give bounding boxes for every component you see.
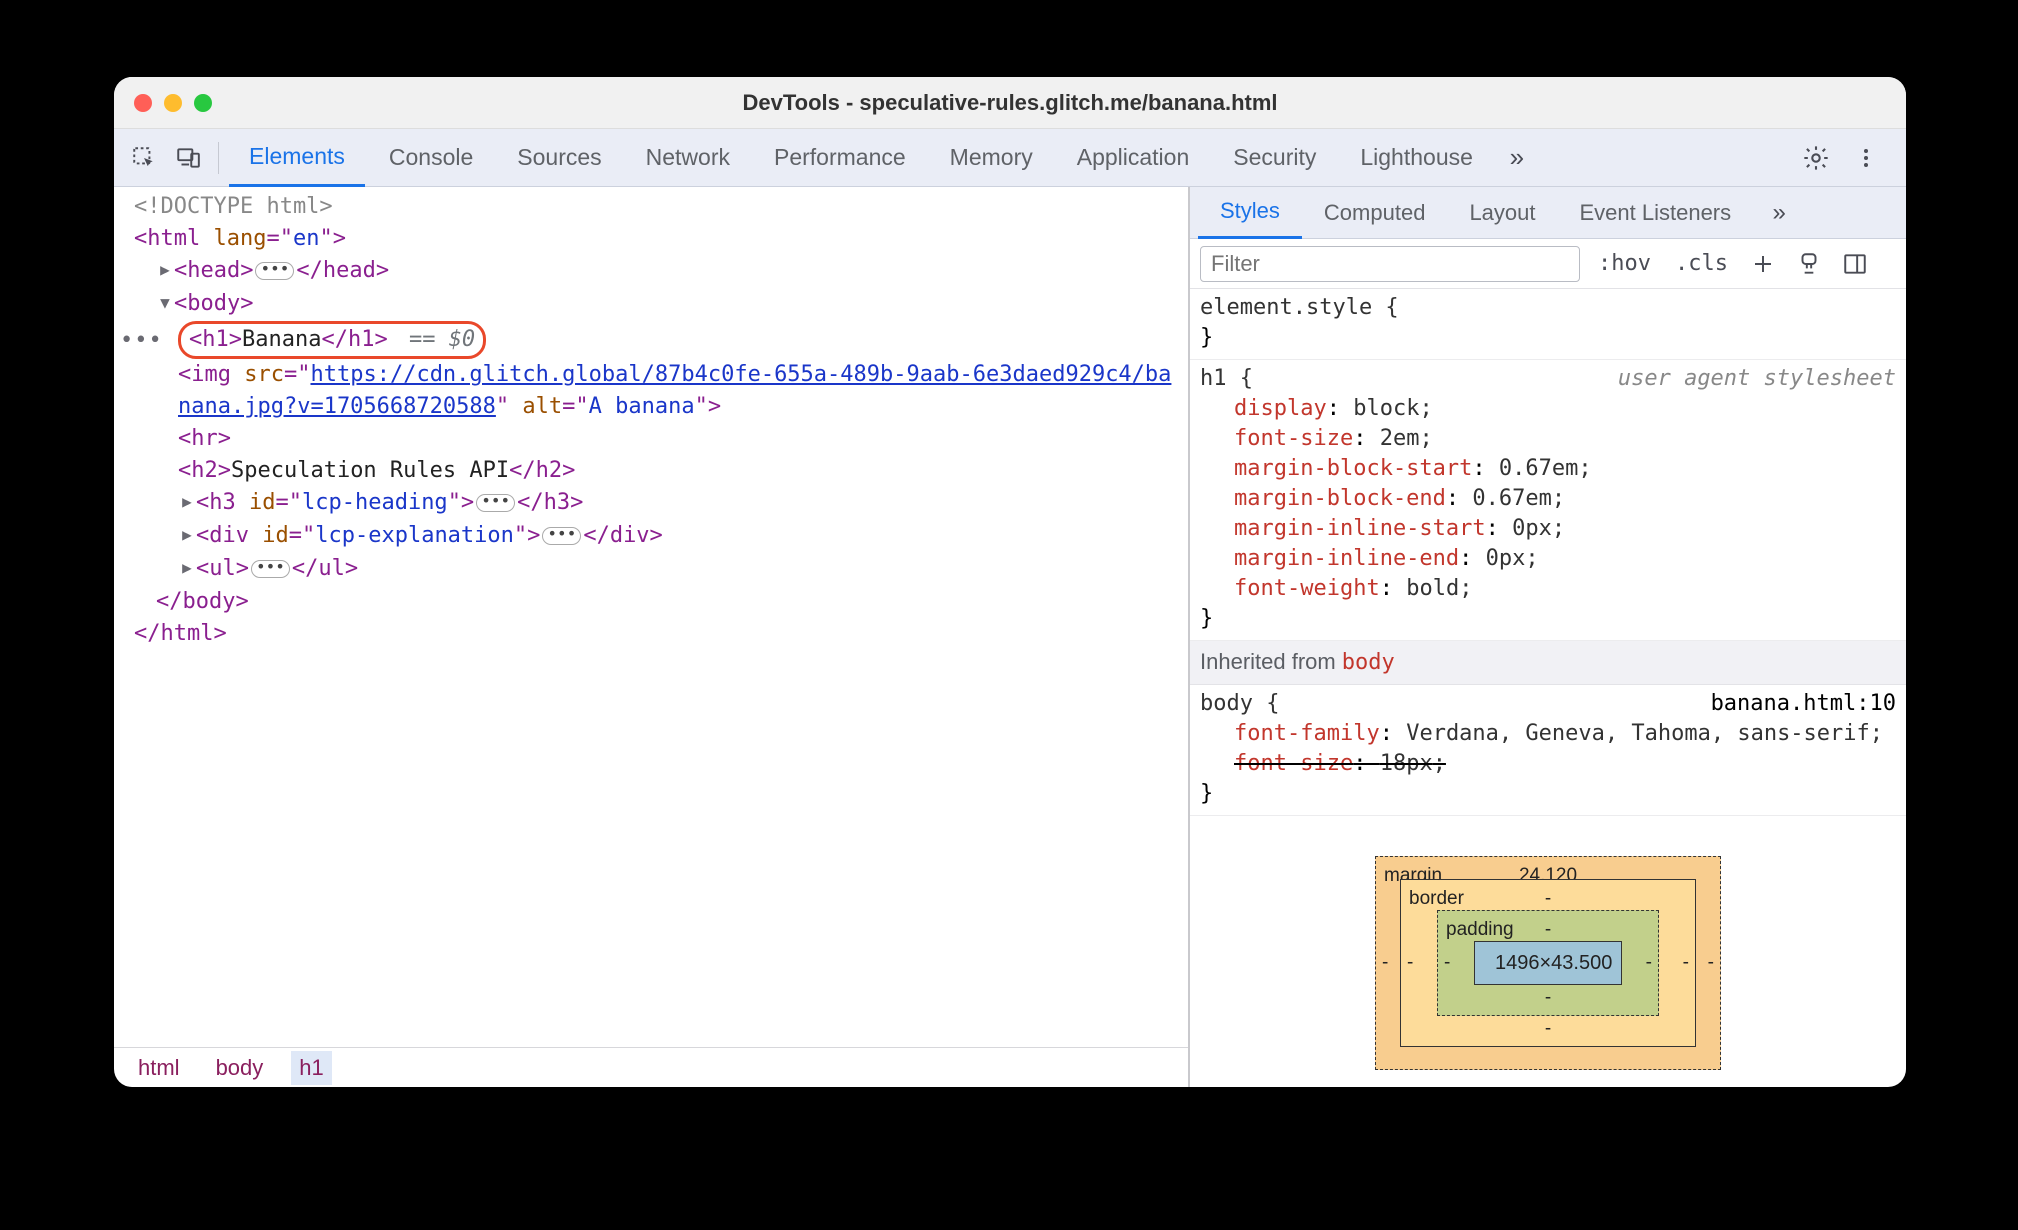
maximize-button[interactable]	[194, 94, 212, 112]
dom-node[interactable]: ▶<head>•••</head>	[134, 255, 1188, 288]
close-button[interactable]	[134, 94, 152, 112]
main-tabbar: Elements Console Sources Network Perform…	[114, 129, 1906, 187]
styles-toolbar: :hov .cls	[1190, 239, 1906, 289]
inherited-section: Inherited frombody	[1190, 641, 1906, 685]
cls-toggle[interactable]: .cls	[1669, 247, 1734, 280]
dom-node-selected[interactable]: ••• <h1>Banana</h1> == $0	[134, 321, 1188, 359]
computed-sidebar-icon[interactable]	[1838, 247, 1872, 281]
style-rule[interactable]: banana.html:10 body { font-family: Verda…	[1190, 685, 1906, 816]
dom-tree[interactable]: <!DOCTYPE html> <html lang="en"> ▶<head>…	[114, 187, 1188, 1047]
dom-node[interactable]: ▶<h3 id="lcp-heading">•••</h3>	[134, 487, 1188, 520]
dom-node[interactable]: <hr>	[134, 423, 1188, 455]
tab-sources[interactable]: Sources	[497, 129, 621, 187]
hov-toggle[interactable]: :hov	[1592, 247, 1657, 280]
breadcrumb-item[interactable]: body	[208, 1051, 272, 1085]
dom-node[interactable]: <!DOCTYPE html>	[134, 191, 1188, 223]
tab-elements[interactable]: Elements	[229, 129, 365, 187]
styles-tab-event-listeners[interactable]: Event Listeners	[1558, 187, 1754, 239]
styles-body[interactable]: element.style { } user agent stylesheet …	[1190, 289, 1906, 1087]
tab-network[interactable]: Network	[626, 129, 750, 187]
rule-source: user agent stylesheet	[1618, 364, 1896, 394]
tab-memory[interactable]: Memory	[930, 129, 1053, 187]
dom-node[interactable]: </html>	[134, 618, 1188, 650]
box-model-margin[interactable]: margin 24.120 - - border - - - -	[1375, 856, 1721, 1070]
tab-security[interactable]: Security	[1213, 129, 1336, 187]
more-styles-tabs-icon[interactable]: »	[1759, 193, 1799, 233]
dom-node[interactable]: nana.jpg?v=1705668720588" alt="A banana"…	[134, 391, 1188, 423]
breadcrumb-item[interactable]: html	[130, 1051, 188, 1085]
device-toolbar-icon[interactable]	[168, 138, 208, 178]
kebab-menu-icon[interactable]	[1846, 138, 1886, 178]
dom-node[interactable]: ▼<body>	[134, 288, 1188, 321]
box-model-padding[interactable]: padding - - - - 1496×43.500	[1437, 910, 1659, 1016]
styles-tab-layout[interactable]: Layout	[1447, 187, 1557, 239]
tab-application[interactable]: Application	[1057, 129, 1210, 187]
inspect-element-icon[interactable]	[124, 138, 164, 178]
box-model-border[interactable]: border - - - - padding - - -	[1400, 879, 1696, 1047]
tab-performance[interactable]: Performance	[754, 129, 926, 187]
dom-node[interactable]: <img src="https://cdn.glitch.global/87b4…	[134, 359, 1188, 391]
tab-lighthouse[interactable]: Lighthouse	[1340, 129, 1493, 187]
box-model: margin 24.120 - - border - - - -	[1190, 816, 1906, 1070]
dom-node[interactable]: </body>	[134, 586, 1188, 618]
breadcrumb-item[interactable]: h1	[291, 1051, 331, 1085]
box-model-content[interactable]: 1496×43.500	[1474, 941, 1622, 985]
window-title: DevTools - speculative-rules.glitch.me/b…	[114, 90, 1906, 116]
breadcrumb: html body h1	[114, 1047, 1188, 1087]
row-actions-icon[interactable]: •••	[120, 325, 163, 357]
window-controls	[114, 94, 212, 112]
style-rule[interactable]: user agent stylesheet h1 { display: bloc…	[1190, 360, 1906, 641]
separator	[218, 142, 219, 174]
main-content: <!DOCTYPE html> <html lang="en"> ▶<head>…	[114, 187, 1906, 1087]
rendering-emulations-icon[interactable]	[1792, 247, 1826, 281]
minimize-button[interactable]	[164, 94, 182, 112]
elements-panel: <!DOCTYPE html> <html lang="en"> ▶<head>…	[114, 187, 1190, 1087]
new-style-rule-icon[interactable]	[1746, 247, 1780, 281]
settings-icon[interactable]	[1796, 138, 1836, 178]
styles-panel: Styles Computed Layout Event Listeners »…	[1190, 187, 1906, 1087]
more-tabs-icon[interactable]: »	[1497, 138, 1537, 178]
titlebar: DevTools - speculative-rules.glitch.me/b…	[114, 77, 1906, 129]
tab-console[interactable]: Console	[369, 129, 493, 187]
dom-node[interactable]: <h2>Speculation Rules API</h2>	[134, 455, 1188, 487]
dom-node[interactable]: <html lang="en">	[134, 223, 1188, 255]
styles-filter-input[interactable]	[1200, 246, 1580, 282]
style-rule[interactable]: element.style { }	[1190, 289, 1906, 360]
devtools-window: DevTools - speculative-rules.glitch.me/b…	[114, 77, 1906, 1087]
dom-node[interactable]: ▶<ul>•••</ul>	[134, 553, 1188, 586]
styles-tab-computed[interactable]: Computed	[1302, 187, 1448, 239]
rule-source-link[interactable]: banana.html:10	[1711, 689, 1896, 719]
dom-node[interactable]: ▶<div id="lcp-explanation">•••</div>	[134, 520, 1188, 553]
styles-tabbar: Styles Computed Layout Event Listeners »	[1190, 187, 1906, 239]
styles-tab-styles[interactable]: Styles	[1198, 187, 1302, 239]
